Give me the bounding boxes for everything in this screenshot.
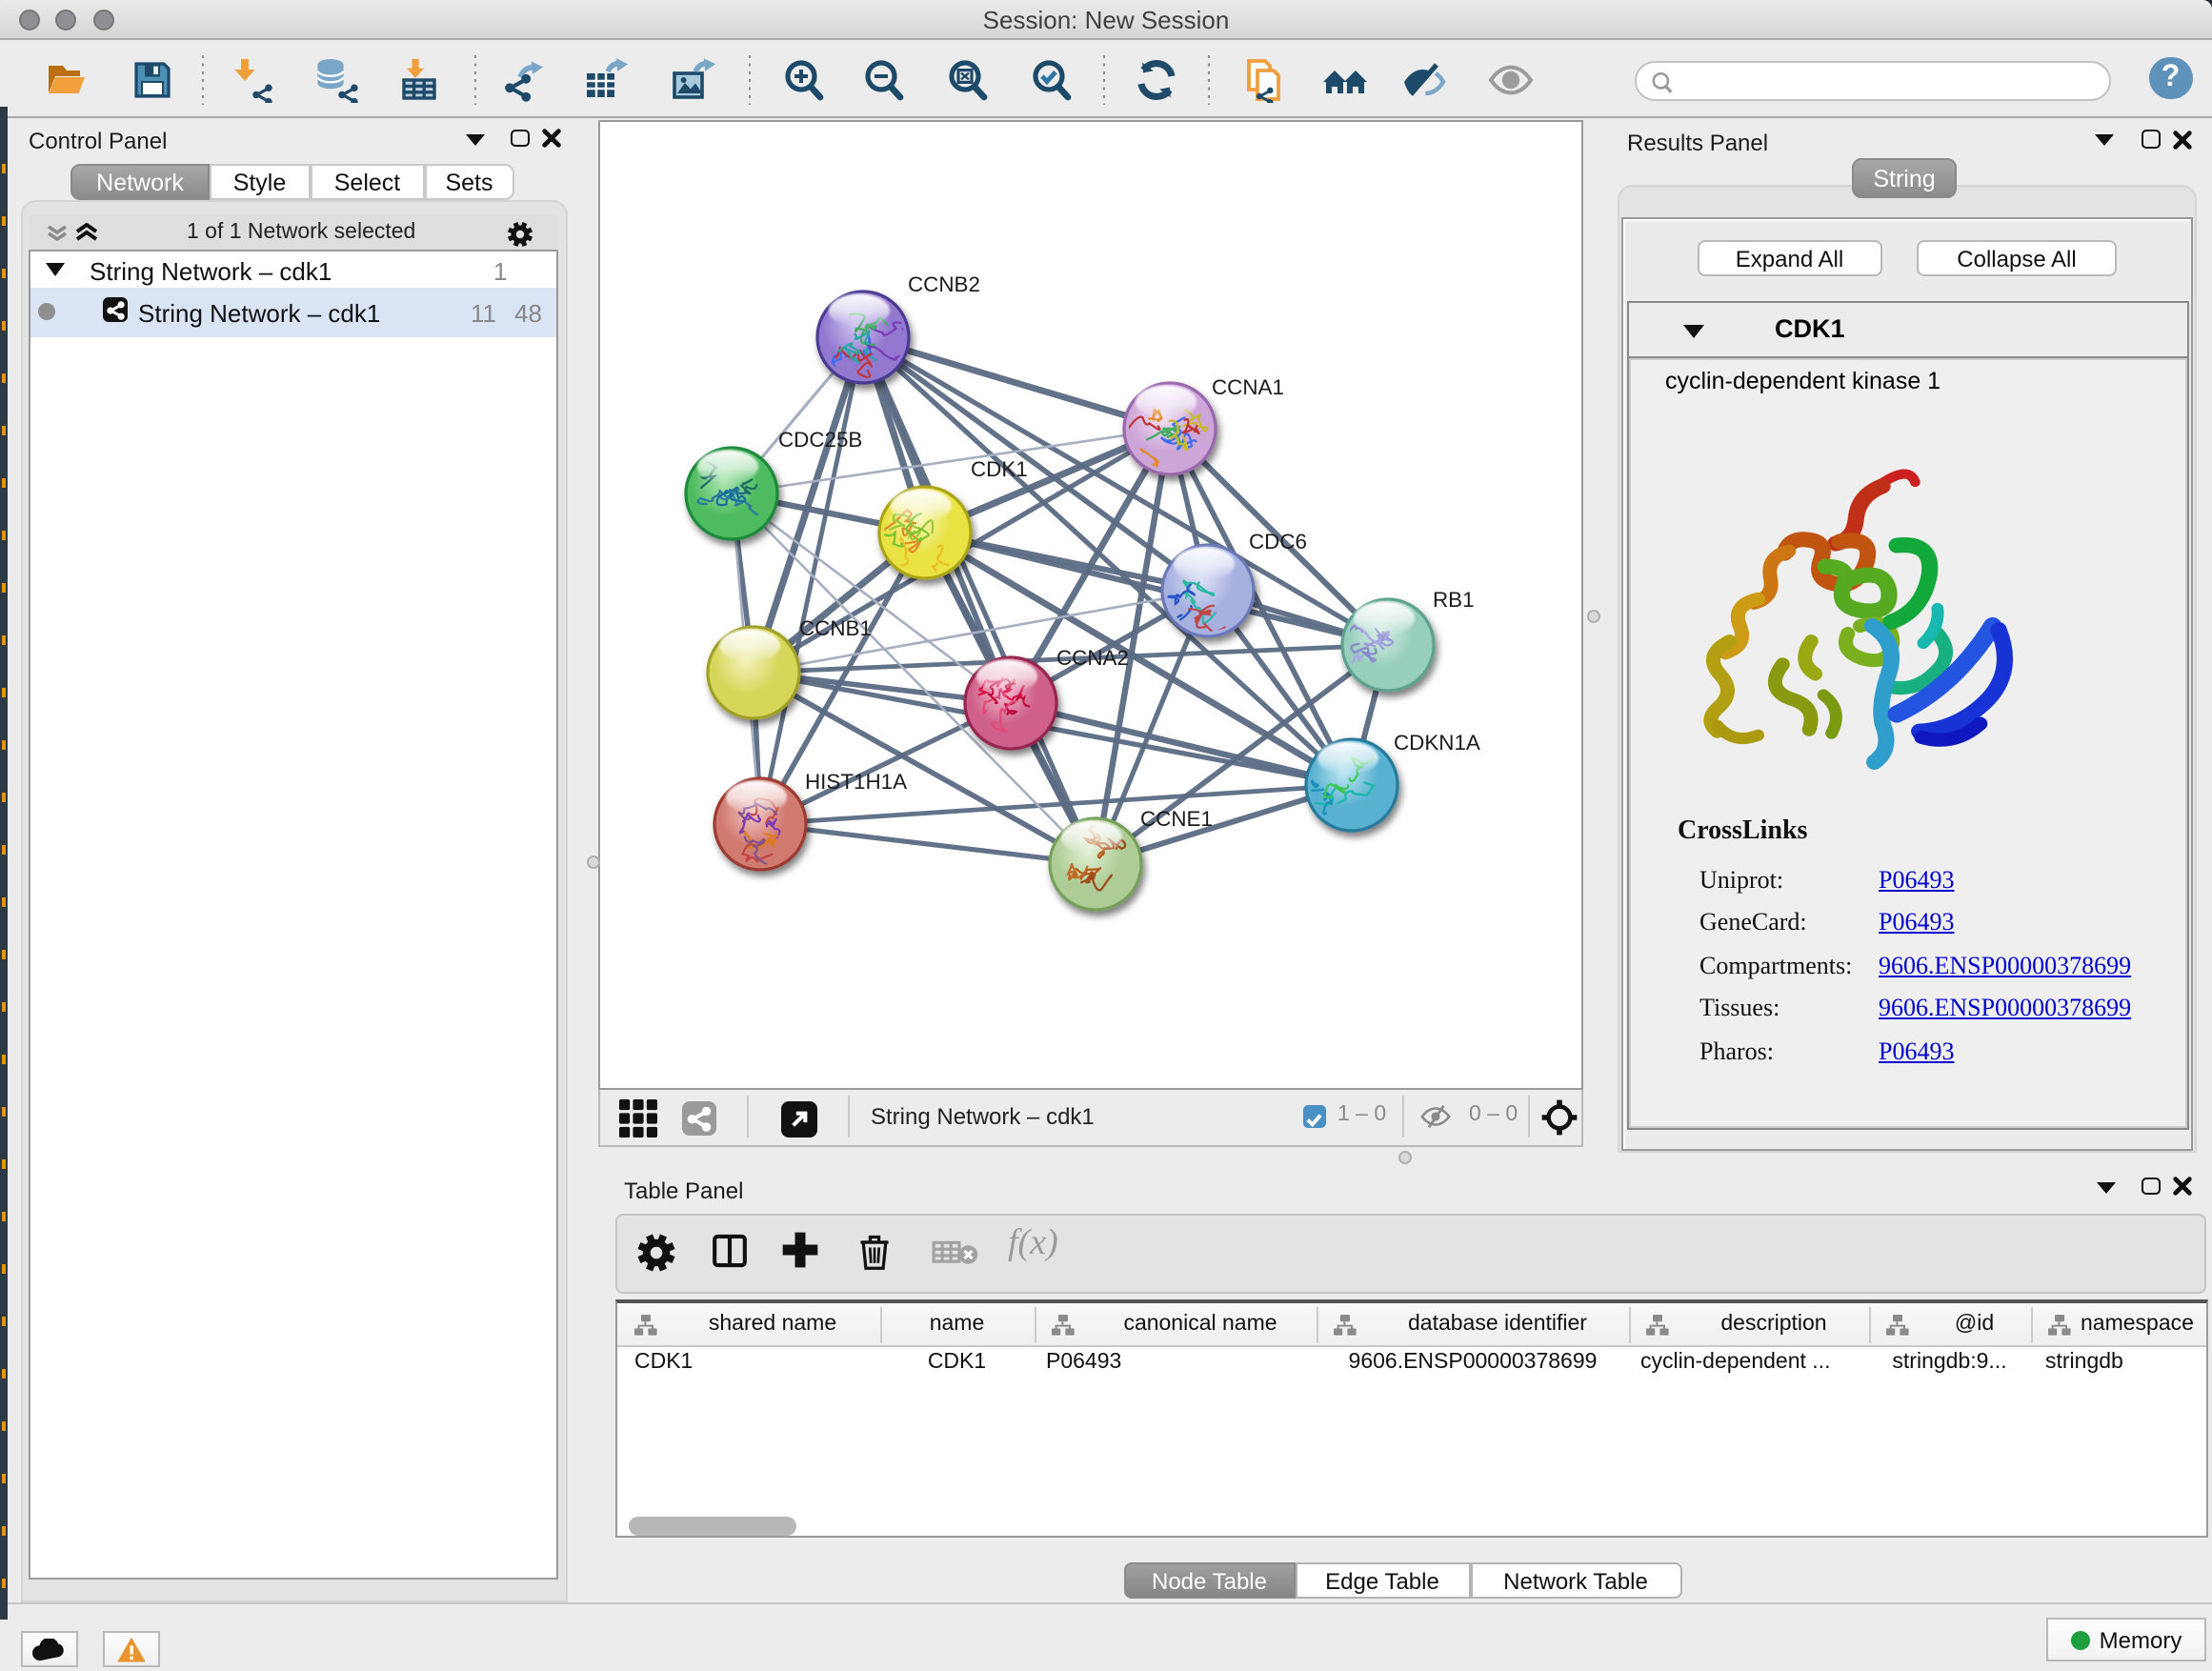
svg-text:CDK1: CDK1 xyxy=(971,457,1028,481)
svg-text:CCNE1: CCNE1 xyxy=(1140,807,1213,831)
svg-text:CCNA1: CCNA1 xyxy=(1212,375,1284,399)
svg-text:CDKN1A: CDKN1A xyxy=(1394,731,1480,755)
svg-text:CDC6: CDC6 xyxy=(1249,530,1307,554)
svg-text:RB1: RB1 xyxy=(1433,588,1475,612)
svg-text:CCNA2: CCNA2 xyxy=(1056,646,1129,670)
svg-text:HIST1H1A: HIST1H1A xyxy=(805,770,907,794)
svg-text:CDC25B: CDC25B xyxy=(778,428,862,452)
svg-text:CCNB1: CCNB1 xyxy=(799,616,872,640)
svg-text:CCNB2: CCNB2 xyxy=(908,272,980,296)
